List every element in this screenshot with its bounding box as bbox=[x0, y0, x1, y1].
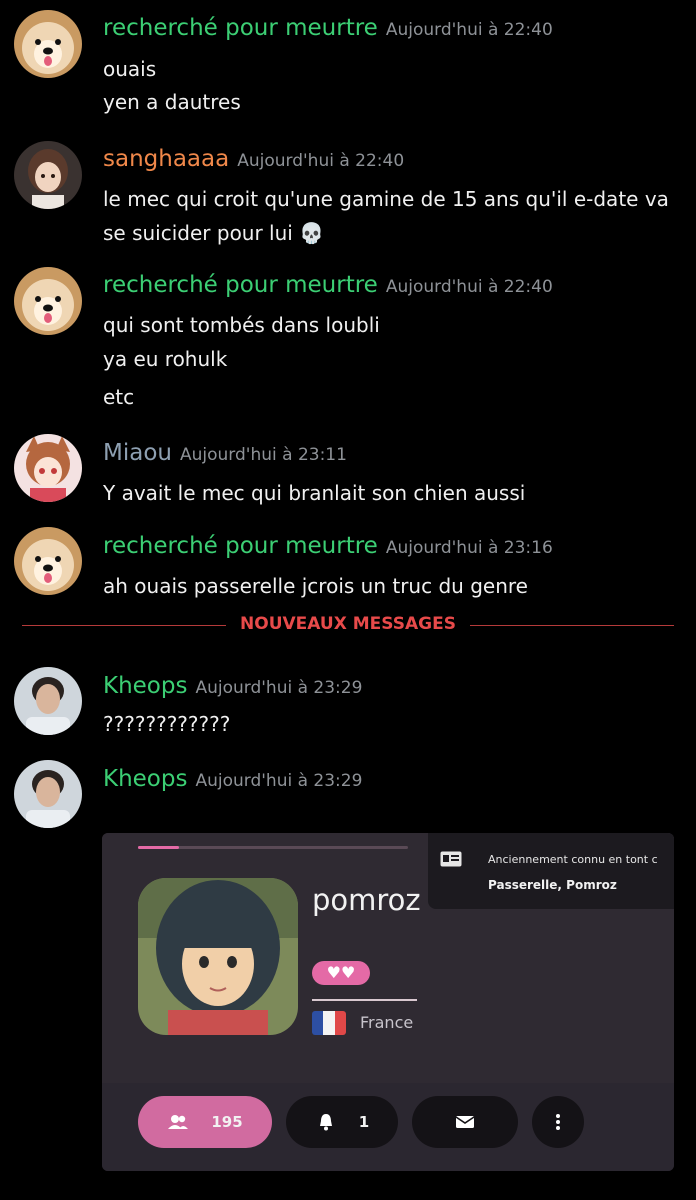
profile-screenshot-attachment[interactable]: pomroz ♥♥ France Anciennement connu en t… bbox=[102, 833, 674, 1171]
message-header: recherché pour meurtre Aujourd'hui à 23:1… bbox=[103, 533, 553, 559]
man-photo-avatar[interactable] bbox=[14, 760, 82, 828]
divider-label-wrap: NOUVEAUX MESSAGES bbox=[22, 614, 674, 634]
previous-names-tooltip: Anciennement connu en tont c Passerelle,… bbox=[428, 833, 674, 909]
progress-bar bbox=[138, 846, 408, 849]
notifications-button[interactable]: 1 bbox=[286, 1096, 398, 1148]
message-button[interactable] bbox=[412, 1096, 518, 1148]
message-text: ah ouais passerelle jcrois un truc du ge… bbox=[103, 574, 528, 598]
tooltip-names: Passerelle, Pomroz bbox=[488, 878, 617, 892]
more-dots-icon bbox=[556, 1114, 560, 1130]
username[interactable]: Kheops bbox=[103, 766, 187, 792]
profile-picture bbox=[138, 878, 298, 1035]
timestamp: Aujourd'hui à 23:29 bbox=[195, 771, 363, 791]
followers-count: 195 bbox=[211, 1113, 243, 1131]
users-icon bbox=[168, 1115, 189, 1129]
dog-avatar[interactable] bbox=[14, 267, 82, 335]
message-header: sanghaaaa Aujourd'hui à 22:40 bbox=[103, 146, 404, 172]
notification-count: 1 bbox=[358, 1113, 370, 1131]
timestamp: Aujourd'hui à 22:40 bbox=[385, 20, 553, 40]
timestamp: Aujourd'hui à 23:29 bbox=[195, 678, 363, 698]
username[interactable]: recherché pour meurtre bbox=[103, 533, 378, 559]
france-flag-icon bbox=[312, 1011, 346, 1035]
heart-badge: ♥♥ bbox=[312, 961, 370, 985]
new-messages-divider: NOUVEAUX MESSAGES bbox=[22, 614, 674, 638]
message-text: le mec qui croit qu'une gamine de 15 ans… bbox=[103, 187, 669, 211]
username[interactable]: recherché pour meurtre bbox=[103, 272, 378, 298]
message-text: ouais bbox=[103, 57, 157, 81]
followers-button[interactable]: 195 bbox=[138, 1096, 272, 1148]
timestamp: Aujourd'hui à 23:16 bbox=[385, 538, 553, 558]
username[interactable]: recherché pour meurtre bbox=[103, 15, 378, 41]
username[interactable]: Kheops bbox=[103, 673, 187, 699]
message-text: ???????????? bbox=[103, 712, 231, 736]
message-text: etc bbox=[103, 385, 135, 409]
timestamp: Aujourd'hui à 23:11 bbox=[179, 445, 347, 465]
separator-line bbox=[312, 999, 417, 1001]
anime-girl-avatar[interactable] bbox=[14, 141, 82, 209]
message-text: se suicider pour lui 💀 bbox=[103, 221, 325, 245]
username[interactable]: Miaou bbox=[103, 440, 172, 466]
anime-catgirl-avatar[interactable] bbox=[14, 434, 82, 502]
id-card-icon bbox=[440, 851, 462, 867]
message-text: qui sont tombés dans loubli bbox=[103, 313, 380, 337]
username[interactable]: sanghaaaa bbox=[103, 146, 229, 172]
dog-avatar[interactable] bbox=[14, 10, 82, 78]
message-text: yen a dautres bbox=[103, 90, 241, 114]
bell-icon bbox=[319, 1114, 332, 1131]
message-header: Kheops Aujourd'hui à 23:29 bbox=[103, 766, 362, 792]
timestamp: Aujourd'hui à 22:40 bbox=[385, 277, 553, 297]
message-text: Y avait le mec qui branlait son chien au… bbox=[103, 481, 526, 505]
message-header: Miaou Aujourd'hui à 23:11 bbox=[103, 440, 347, 466]
message-header: recherché pour meurtre Aujourd'hui à 22:4… bbox=[103, 272, 553, 298]
tooltip-title: Anciennement connu en tont c bbox=[488, 853, 658, 866]
timestamp: Aujourd'hui à 22:40 bbox=[237, 151, 405, 171]
progress-fill bbox=[138, 846, 179, 849]
message-text: ya eu rohulk bbox=[103, 347, 228, 371]
profile-name: pomroz bbox=[312, 883, 421, 917]
message-header: recherché pour meurtre Aujourd'hui à 22:4… bbox=[103, 15, 553, 41]
mail-icon bbox=[455, 1116, 475, 1128]
man-photo-avatar[interactable] bbox=[14, 667, 82, 735]
more-options-button[interactable] bbox=[532, 1096, 584, 1148]
divider-label: NOUVEAUX MESSAGES bbox=[226, 614, 470, 634]
country-label: France bbox=[360, 1013, 414, 1032]
dog-avatar[interactable] bbox=[14, 527, 82, 595]
message-header: Kheops Aujourd'hui à 23:29 bbox=[103, 673, 362, 699]
